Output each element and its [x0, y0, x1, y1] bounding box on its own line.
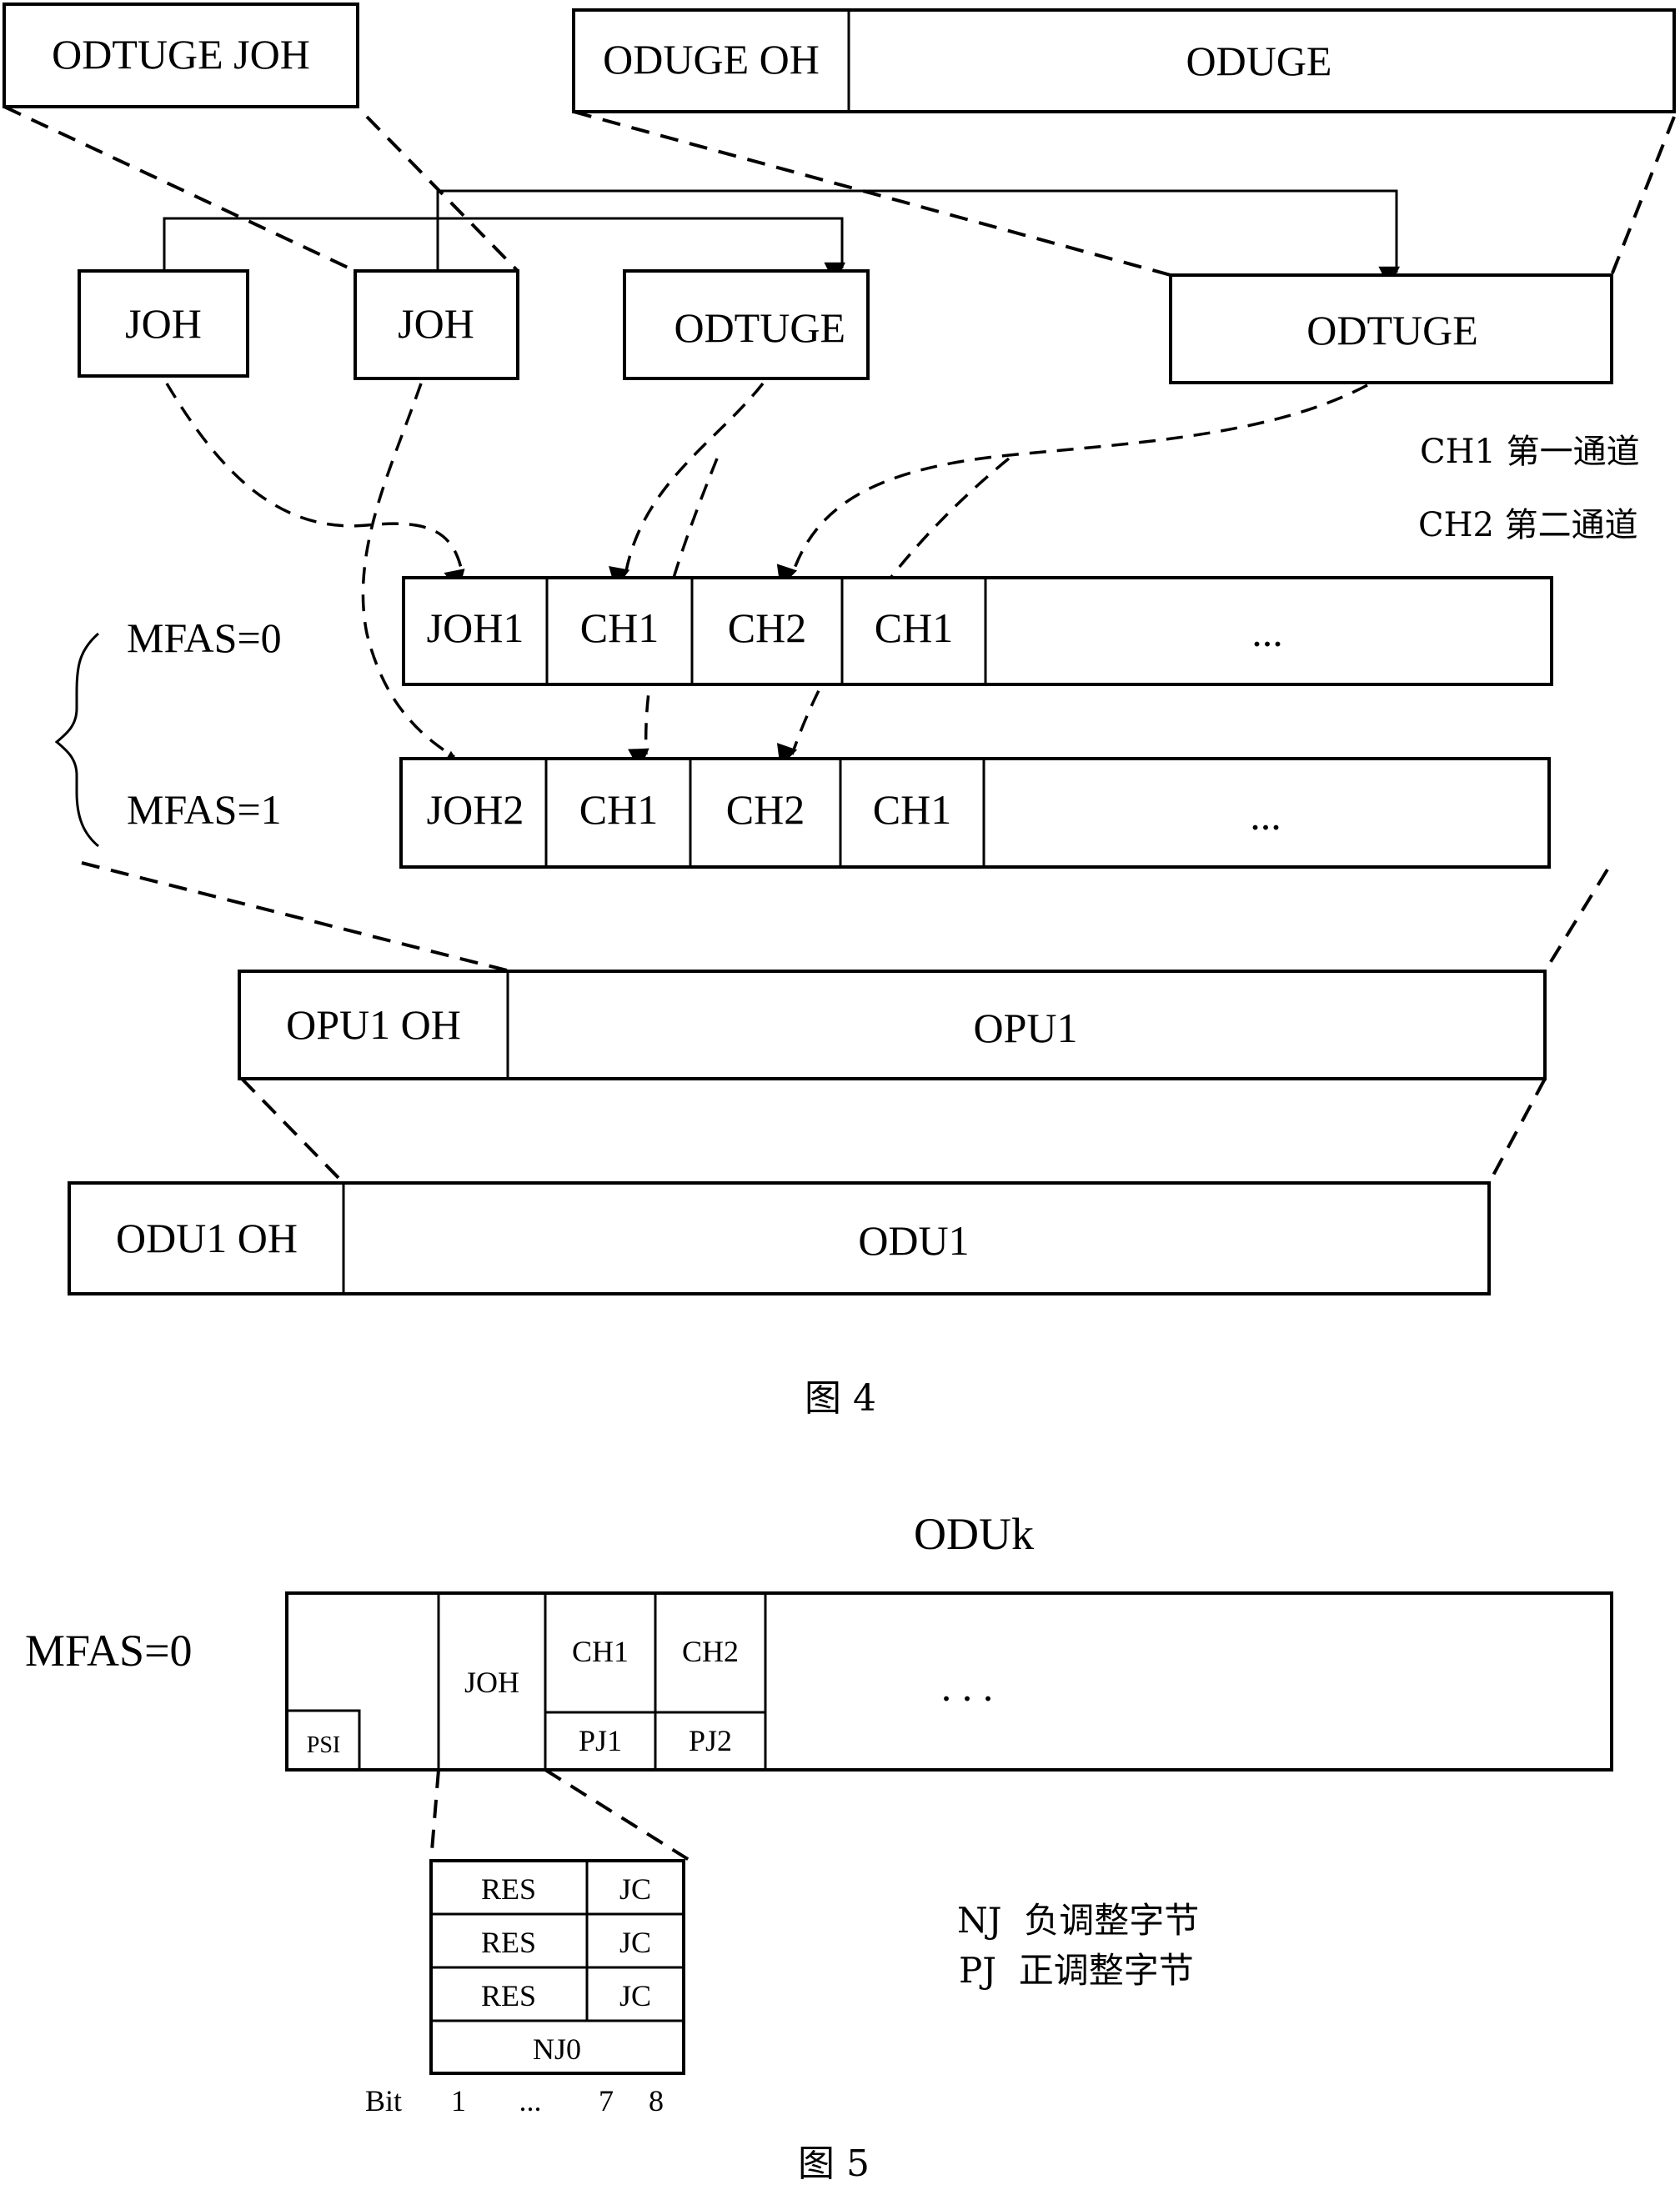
odu1-frame: ODU1 OH ODU1	[68, 1181, 1491, 1295]
odu1-label: ODU1	[858, 1217, 969, 1264]
legend-pj: PJ 正调整字节	[959, 1950, 1194, 1991]
joh-to-odtuge-arrow	[436, 189, 1400, 288]
bit-tick: 8	[649, 2084, 664, 2117]
map-arrow-joh2	[361, 383, 464, 772]
brace-icon	[54, 632, 99, 848]
joh-to-odtuge-arrow	[163, 217, 845, 284]
legend-nj: NJ 负调整字节	[957, 1900, 1199, 1941]
ch2-cell: CH2	[682, 1635, 739, 1668]
res-cell: RES	[481, 1926, 536, 1959]
pj1-cell: PJ1	[579, 1724, 622, 1757]
nj0-cell: NJ0	[533, 2032, 581, 2066]
expand-line	[573, 110, 1171, 277]
expand-line	[240, 1077, 345, 1185]
mfas1-label: MFAS=1	[127, 786, 282, 833]
cell-ch1: CH1	[579, 786, 658, 833]
pj2-cell: PJ2	[689, 1724, 732, 1757]
figure-5-caption: 图 5	[798, 2142, 870, 2185]
joh-box-b: JOH	[354, 269, 519, 380]
joh-cell: JOH	[464, 1666, 519, 1699]
mfas0-label: MFAS=0	[25, 1626, 193, 1676]
legend-ch2: CH2 第二通道	[1418, 506, 1638, 544]
jc-cell: JC	[619, 1872, 651, 1906]
cell-ellipsis: ...	[1251, 609, 1283, 655]
ch1-cell: CH1	[572, 1635, 629, 1668]
cell-joh1: JOH1	[427, 604, 524, 651]
map-arrow-ch1-row0	[609, 382, 765, 589]
cell-ch2: CH2	[726, 786, 805, 833]
jc-cell: JC	[619, 1979, 651, 2012]
oduge-frame: ODUGE OH ODUGE	[572, 8, 1676, 113]
mfas0-label: MFAS=0	[127, 614, 282, 661]
figure-4: ODTUGE JOH ODUGE OH ODUGE JOH JOH ODTUGE	[3, 3, 1676, 1420]
map-arrow-ch2-row0	[776, 383, 1368, 588]
odtuge-box-b: ODTUGE	[1169, 273, 1613, 384]
expand-line	[429, 1769, 440, 1862]
map-arrow-joh1	[165, 383, 465, 592]
figure-4-caption: 图 4	[805, 1377, 876, 1420]
joh-bit-table: RES JC RES JC RES JC NJ0	[429, 1859, 685, 2075]
bit-tick: ...	[519, 2084, 542, 2117]
cell-ch1: CH1	[580, 604, 659, 651]
opu1-oh-label: OPU1 OH	[286, 1001, 461, 1048]
cell-joh2: JOH2	[427, 786, 524, 833]
oduk-frame: PSI JOH CH1 CH2 PJ1 PJ2 . . .	[285, 1591, 1613, 1772]
frame-row-mfas0: JOH1 CH1 CH2 CH1 ...	[402, 576, 1553, 686]
odtuge-label: ODTUGE	[1306, 307, 1478, 353]
legend-ch1: CH1 第一通道	[1420, 433, 1640, 471]
expand-line	[1610, 116, 1676, 276]
expand-line	[544, 1768, 692, 1862]
cell-ch2: CH2	[728, 604, 806, 651]
odtuge-joh-label: ODTUGE JOH	[52, 31, 310, 78]
expand-line	[365, 115, 519, 273]
expand-line	[3, 105, 356, 273]
cell-ch1: CH1	[873, 786, 951, 833]
joh-box-a: JOH	[78, 269, 249, 378]
psi-cell: PSI	[307, 1732, 340, 1758]
frame-row-mfas1: JOH2 CH1 CH2 CH1 ...	[399, 757, 1551, 869]
bit-tick: 7	[599, 2084, 614, 2117]
ellipsis: . . .	[941, 1663, 994, 1710]
res-cell: RES	[481, 1872, 536, 1906]
odtuge-label: ODTUGE	[674, 304, 845, 351]
diagram-canvas: ODTUGE JOH ODUGE OH ODUGE JOH JOH ODTUGE	[3, 3, 1676, 2185]
opu1-label: OPU1	[973, 1005, 1077, 1051]
odu1-oh-label: ODU1 OH	[116, 1215, 298, 1261]
bit-tick: 1	[451, 2084, 466, 2117]
res-cell: RES	[481, 1979, 536, 2012]
expand-line	[1543, 868, 1609, 973]
oduk-title: ODUk	[914, 1509, 1034, 1559]
oduge-oh-label: ODUGE OH	[603, 36, 820, 83]
jc-cell: JC	[619, 1926, 651, 1959]
joh-label: JOH	[398, 300, 474, 347]
expand-line	[81, 861, 511, 973]
opu1-frame: OPU1 OH OPU1	[238, 970, 1547, 1080]
cell-ellipsis: ...	[1250, 792, 1281, 839]
odtuge-joh-box: ODTUGE JOH	[3, 3, 359, 108]
figure-5: ODUk MFAS=0 PSI JOH CH1 CH2 PJ1 PJ2 . . …	[25, 1509, 1613, 2185]
bit-label: Bit	[365, 2084, 402, 2117]
expand-line	[1487, 1078, 1547, 1184]
oduge-label: ODUGE	[1186, 38, 1332, 84]
cell-ch1: CH1	[875, 604, 953, 651]
joh-label: JOH	[125, 300, 202, 347]
odtuge-box-a: ODTUGE	[623, 269, 870, 380]
